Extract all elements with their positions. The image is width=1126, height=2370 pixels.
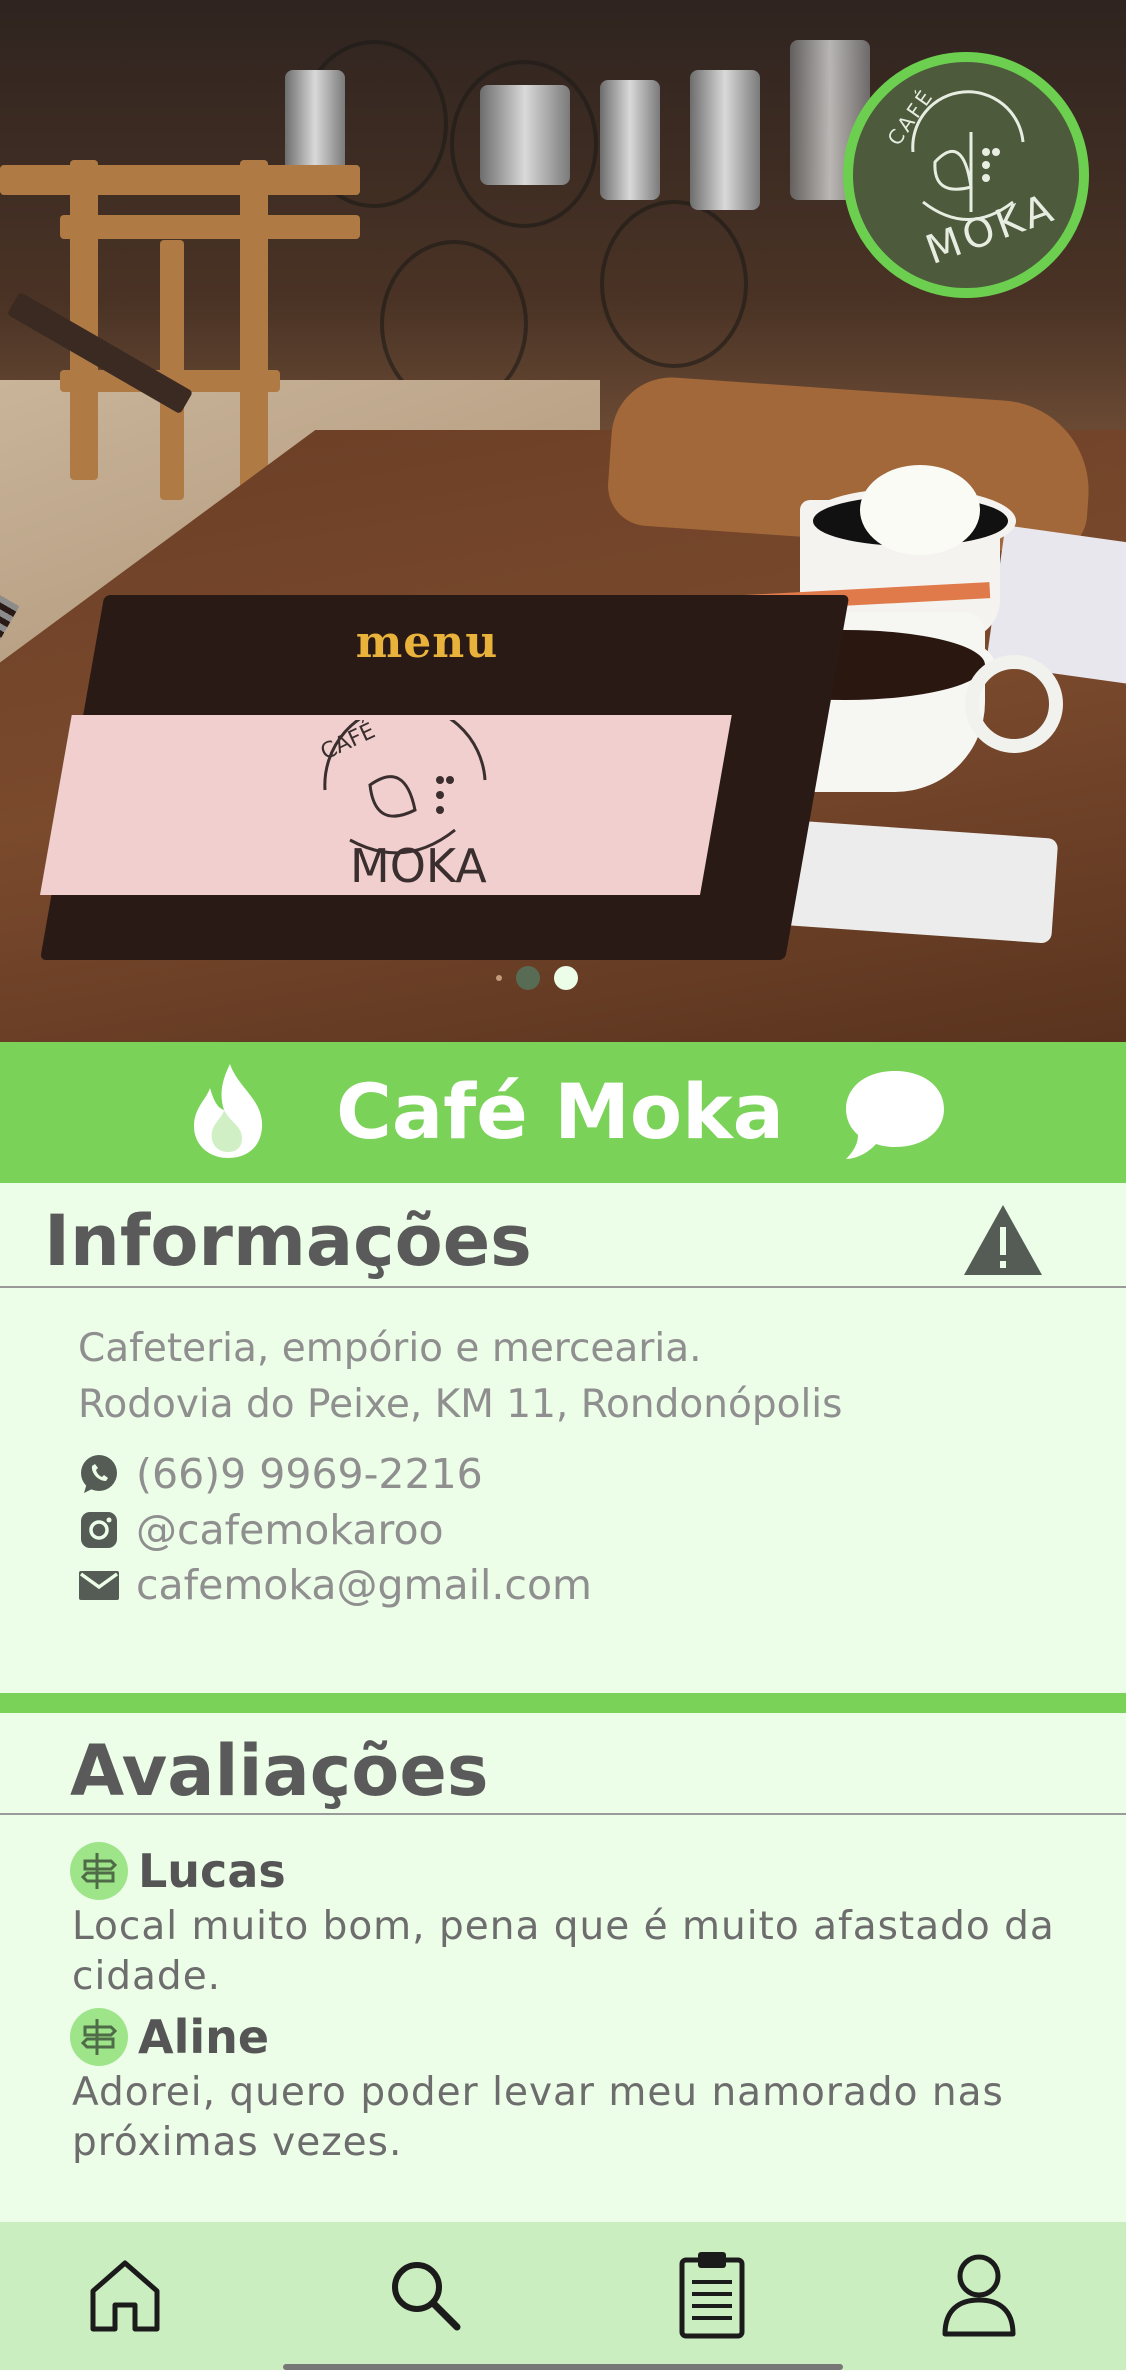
nav-home-button[interactable]: [80, 2250, 170, 2340]
nav-search-button[interactable]: [380, 2250, 470, 2340]
store-name: Café Moka: [336, 1067, 784, 1156]
photo-grill: [600, 200, 748, 368]
review-text: Adorei, quero poder levar meu namorado n…: [72, 2070, 1004, 2165]
photo-chair: [70, 160, 98, 480]
reviews-section-title: Avaliações: [70, 1730, 489, 1812]
contact-email-text: cafemoka@gmail.com: [136, 1561, 592, 1609]
home-icon: [90, 2260, 160, 2332]
clipboard-icon: [679, 2252, 745, 2339]
fire-icon[interactable]: [188, 1060, 268, 1160]
carousel-indicator: [496, 966, 578, 990]
profile-icon: [942, 2254, 1016, 2337]
report-warning-icon[interactable]: [962, 1203, 1044, 1277]
menu-logo-text-bottom: MOKA: [350, 839, 487, 890]
photo-urn: [690, 70, 760, 210]
mail-icon: [78, 1564, 120, 1606]
cafe-moka-logo: CAFÉ MOKA: [843, 52, 1089, 298]
carousel-dot-small: [496, 975, 502, 981]
store-address: Rodovia do Peixe, KM 11, Rondonópolis: [78, 1382, 843, 1427]
reviewer-avatar-icon: [70, 2008, 128, 2066]
review-item: Lucas: [70, 1841, 286, 1901]
logo-text-bottom: MOKA: [920, 185, 1062, 274]
section-separator: [0, 1693, 1126, 1713]
reviewer-name: Aline: [138, 2010, 270, 2064]
search-icon: [392, 2262, 461, 2331]
reviewer-avatar-icon: [70, 1842, 128, 1900]
photo-cup-handle: [965, 655, 1063, 753]
review-text: Local muito bom, pena que é muito afasta…: [72, 1904, 1055, 1999]
photo-coffee-filter: [860, 465, 980, 555]
instagram-icon: [78, 1509, 120, 1551]
reviews-divider: [0, 1813, 1126, 1815]
contact-whatsapp[interactable]: (66)9 9969-2216: [78, 1450, 483, 1498]
photo-menu-label: menu: [355, 617, 499, 668]
contact-whatsapp-text: (66)9 9969-2216: [136, 1450, 483, 1498]
menu-logo-icon: CAFÉ MOKA: [317, 720, 487, 890]
carousel-dot-active[interactable]: [554, 966, 578, 990]
store-description: Cafeteria, empório e mercearia.: [78, 1326, 702, 1371]
photo-chair: [60, 215, 360, 239]
whatsapp-icon: [78, 1453, 120, 1495]
review-item: Aline: [70, 2007, 269, 2067]
home-indicator: [283, 2364, 843, 2370]
info-divider: [0, 1286, 1126, 1288]
carousel-dot[interactable]: [516, 966, 540, 990]
contact-instagram-text: @cafemokaroo: [136, 1506, 444, 1554]
photo-urn: [480, 85, 570, 185]
store-header: Café Moka: [0, 1042, 1126, 1183]
photo-urn: [285, 70, 345, 180]
contact-email[interactable]: cafemoka@gmail.com: [78, 1561, 592, 1609]
nav-profile-button[interactable]: [934, 2250, 1024, 2340]
nav-orders-button[interactable]: [667, 2250, 757, 2340]
photo-chair: [0, 165, 360, 195]
chat-icon[interactable]: [842, 1065, 948, 1163]
reviewer-name: Lucas: [138, 1844, 286, 1898]
photo-urn: [600, 80, 660, 200]
logo-text-top: CAFÉ: [882, 84, 938, 150]
info-section-title: Informações: [44, 1200, 532, 1282]
contact-instagram[interactable]: @cafemokaroo: [78, 1506, 444, 1554]
